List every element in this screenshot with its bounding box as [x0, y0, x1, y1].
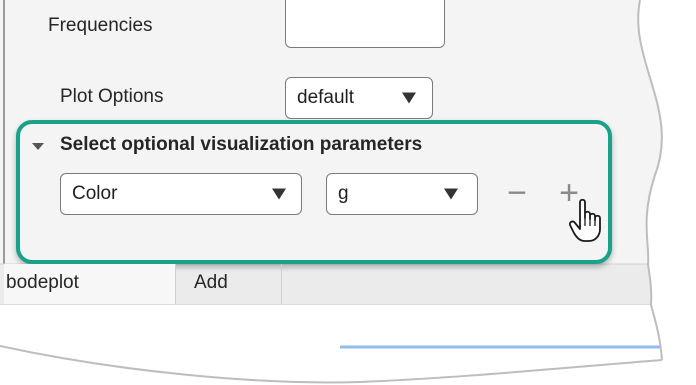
- hand-pointer-icon: [568, 198, 601, 242]
- plot-options-dropdown[interactable]: default: [285, 77, 433, 119]
- parameter-value-dropdown[interactable]: g: [326, 173, 478, 215]
- chevron-down-icon: [272, 188, 286, 200]
- parameter-name-dropdown[interactable]: Color: [60, 173, 302, 215]
- tab-bodeplot-label: bodeplot: [6, 272, 79, 293]
- section-title: Select optional visualization parameters: [60, 134, 423, 155]
- frequencies-field[interactable]: [285, 0, 445, 48]
- tab-add-label: Add: [194, 272, 228, 293]
- parameter-value: g: [338, 183, 349, 204]
- content-area-background: [0, 305, 662, 383]
- plot-options-label: Plot Options: [60, 86, 164, 107]
- frequencies-label: Frequencies: [48, 15, 153, 36]
- tab-add[interactable]: Add: [176, 264, 282, 304]
- caret-down-icon[interactable]: [32, 143, 44, 150]
- chevron-down-icon: [402, 92, 416, 104]
- chevron-down-icon: [444, 188, 458, 200]
- plot-options-value: default: [297, 87, 355, 108]
- tab-bodeplot[interactable]: bodeplot: [4, 264, 176, 304]
- live-editor-screenshot: Frequencies Plot Options default Select …: [0, 0, 696, 385]
- parameter-name-value: Color: [72, 183, 118, 204]
- remove-parameter-button[interactable]: −: [503, 176, 531, 210]
